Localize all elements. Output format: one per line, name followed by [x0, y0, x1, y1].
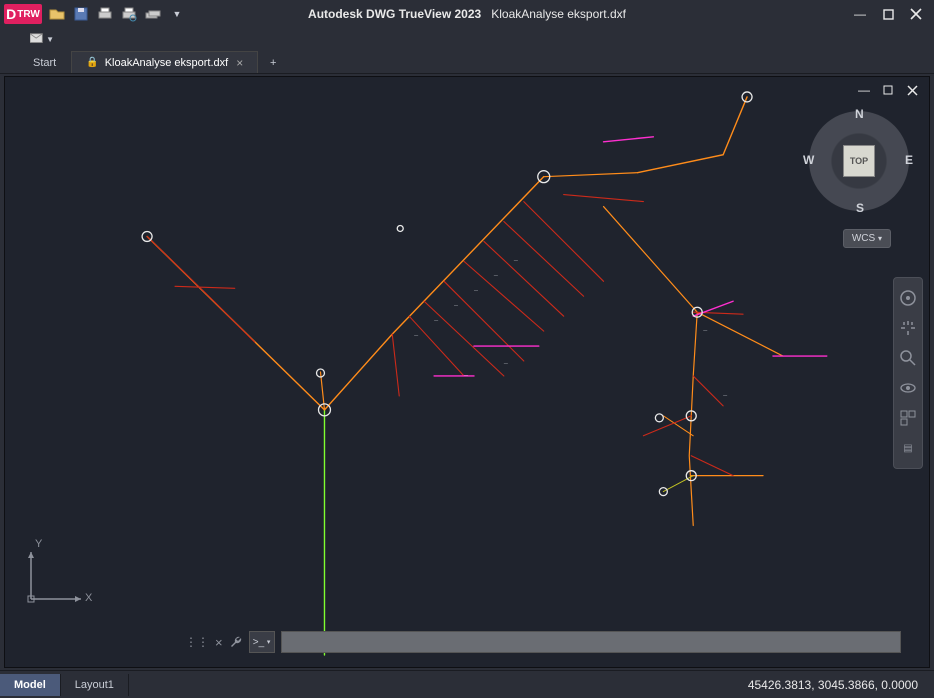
svg-text:—: — — [474, 287, 478, 292]
commandline-customize-button[interactable] — [229, 634, 243, 651]
navigation-bar: ▤ — [893, 277, 923, 469]
compass-north[interactable]: N — [855, 107, 864, 121]
svg-text:—: — — [703, 327, 707, 332]
viewport-minimize-button[interactable]: — — [857, 83, 871, 97]
commandline-input[interactable] — [281, 631, 901, 653]
ucs-x-label: X — [85, 592, 92, 604]
open-button[interactable] — [48, 5, 66, 23]
view-cube[interactable]: TOP N S W E — [809, 111, 909, 211]
svg-text:—: — — [514, 257, 518, 262]
ribbon-collapsed-row: ▼ — [0, 28, 934, 50]
svg-text:—: — — [723, 392, 727, 397]
layout-tab-layout1[interactable]: Layout1 — [61, 674, 129, 696]
mail-dropdown-button[interactable]: ▼ — [30, 31, 54, 47]
batch-plot-button[interactable] — [144, 5, 162, 23]
status-bar: Model Layout1 45426.3813, 3045.3866, 0.0… — [0, 670, 934, 698]
layout-tab-model[interactable]: Model — [0, 674, 61, 696]
commandline-close-button[interactable]: × — [215, 635, 223, 650]
steering-wheel-button[interactable] — [898, 288, 918, 308]
compass-east[interactable]: E — [905, 153, 913, 167]
navbar-collapse-button[interactable]: ▤ — [898, 438, 918, 458]
plot-button[interactable] — [96, 5, 114, 23]
close-button[interactable] — [908, 6, 924, 22]
ucs-y-label: Y — [35, 538, 42, 550]
pan-button[interactable] — [898, 318, 918, 338]
zoom-button[interactable] — [898, 348, 918, 368]
commandline-drag-handle[interactable]: ⋮⋮ — [185, 635, 209, 649]
compass-south[interactable]: S — [856, 201, 864, 215]
tab-document[interactable]: 🔒 KloakAnalyse eksport.dxf × — [71, 51, 258, 73]
orbit-button[interactable] — [898, 378, 918, 398]
title-bar: DTRW ▼ Autodesk DWG TrueView 2023 KloakA… — [0, 0, 934, 28]
maximize-button[interactable] — [880, 6, 896, 22]
tab-start[interactable]: Start — [18, 51, 71, 73]
ucs-icon: X Y — [21, 544, 91, 617]
drawing-viewport[interactable]: — — — — — — — — — — — TOP N S W E WCS ▾ — [4, 76, 930, 668]
svg-text:—: — — [494, 272, 498, 277]
showmotion-button[interactable] — [898, 408, 918, 428]
file-tab-bar: Start 🔒 KloakAnalyse eksport.dxf × + — [0, 50, 934, 74]
coordinate-readout: 45426.3813, 3045.3866, 0.0000 — [748, 678, 934, 692]
svg-text:—: — — [464, 372, 468, 377]
wcs-dropdown[interactable]: WCS ▾ — [843, 229, 891, 248]
save-button[interactable] — [72, 5, 90, 23]
quick-access-toolbar: ▼ — [48, 5, 186, 23]
command-line: ⋮⋮ × >_ ▾ — [185, 631, 901, 653]
svg-text:—: — — [504, 360, 508, 365]
viewport-maximize-button[interactable] — [881, 83, 895, 97]
tab-label: Start — [33, 57, 56, 69]
minimize-button[interactable]: — — [852, 6, 868, 22]
qat-dropdown-button[interactable]: ▼ — [168, 5, 186, 23]
compass-west[interactable]: W — [803, 153, 814, 167]
tab-label: KloakAnalyse eksport.dxf — [105, 57, 229, 69]
svg-text:—: — — [454, 302, 458, 307]
svg-text:—: — — [434, 317, 438, 322]
view-cube-face[interactable]: TOP — [843, 145, 875, 177]
svg-text:—: — — [414, 332, 418, 337]
viewport-close-button[interactable] — [905, 83, 919, 97]
app-icon: DTRW — [4, 4, 42, 24]
commandline-prompt-icon[interactable]: >_ ▾ — [249, 631, 275, 653]
new-tab-button[interactable]: + — [258, 51, 288, 73]
plot-preview-button[interactable] — [120, 5, 138, 23]
drawing-canvas[interactable]: — — — — — — — — — — — [5, 77, 929, 667]
lock-icon: 🔒 — [86, 57, 98, 68]
window-controls: — — [852, 6, 930, 22]
tab-close-button[interactable]: × — [236, 56, 243, 70]
viewport-window-controls: — — [857, 83, 919, 97]
